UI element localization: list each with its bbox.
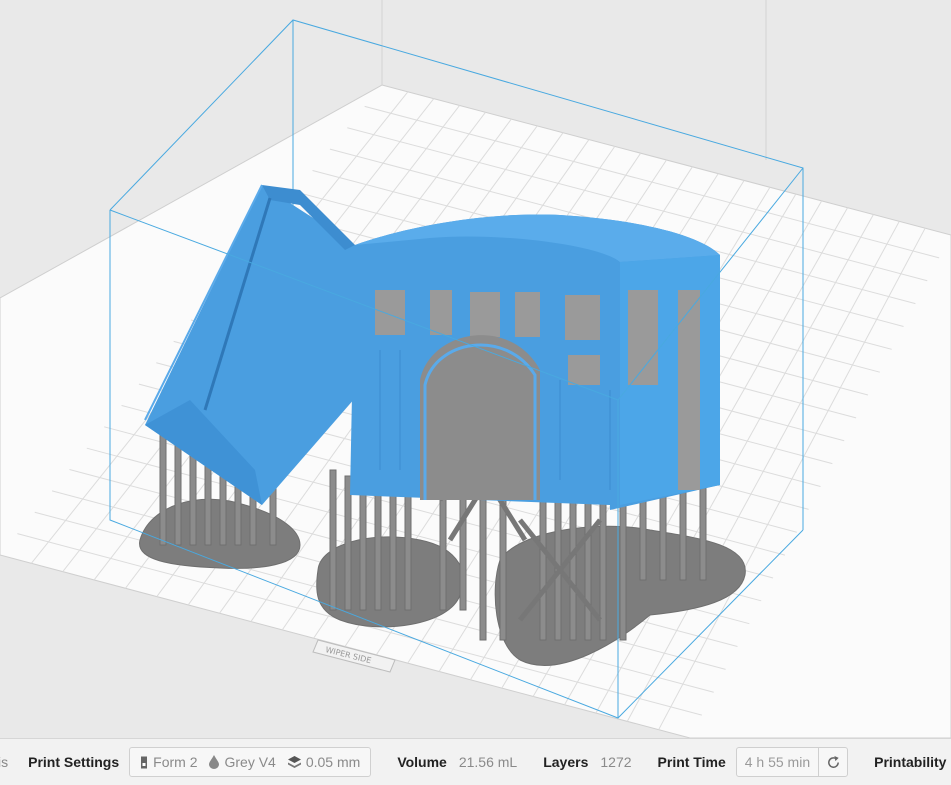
layers-icon	[287, 755, 301, 768]
volume-value: 21.56 mL	[458, 754, 518, 770]
print-time-box: 4 h 55 min	[735, 747, 849, 777]
status-bar: is Print Settings Form 2 Grey V4 0.05 mm…	[0, 738, 951, 785]
material-value: Grey V4	[224, 754, 276, 770]
layer-height-chip[interactable]: 0.05 mm	[282, 754, 366, 770]
print-time-label: Print Time	[657, 754, 726, 770]
layers-label: Layers	[543, 754, 589, 770]
layers-value: 1272	[600, 754, 632, 770]
printability-label: Printability	[874, 754, 947, 770]
printer-chip[interactable]: Form 2	[134, 754, 203, 770]
material-chip[interactable]: Grey V4	[203, 754, 281, 770]
3d-viewport[interactable]: WIPER SIDE	[0, 0, 951, 738]
truncated-label: is	[0, 754, 9, 770]
print-settings-box[interactable]: Form 2 Grey V4 0.05 mm	[129, 747, 372, 777]
printer-icon	[141, 756, 148, 768]
cab-part-model[interactable]	[350, 214, 720, 510]
layer-height-value: 0.05 mm	[305, 754, 361, 770]
print-settings-label: Print Settings	[28, 754, 120, 770]
printer-value: Form 2	[153, 754, 198, 770]
print-time-value: 4 h 55 min	[737, 748, 820, 776]
volume-label: Volume	[397, 754, 447, 770]
resin-drop-icon	[209, 755, 220, 769]
refresh-button[interactable]	[819, 748, 847, 776]
refresh-icon	[827, 755, 839, 768]
